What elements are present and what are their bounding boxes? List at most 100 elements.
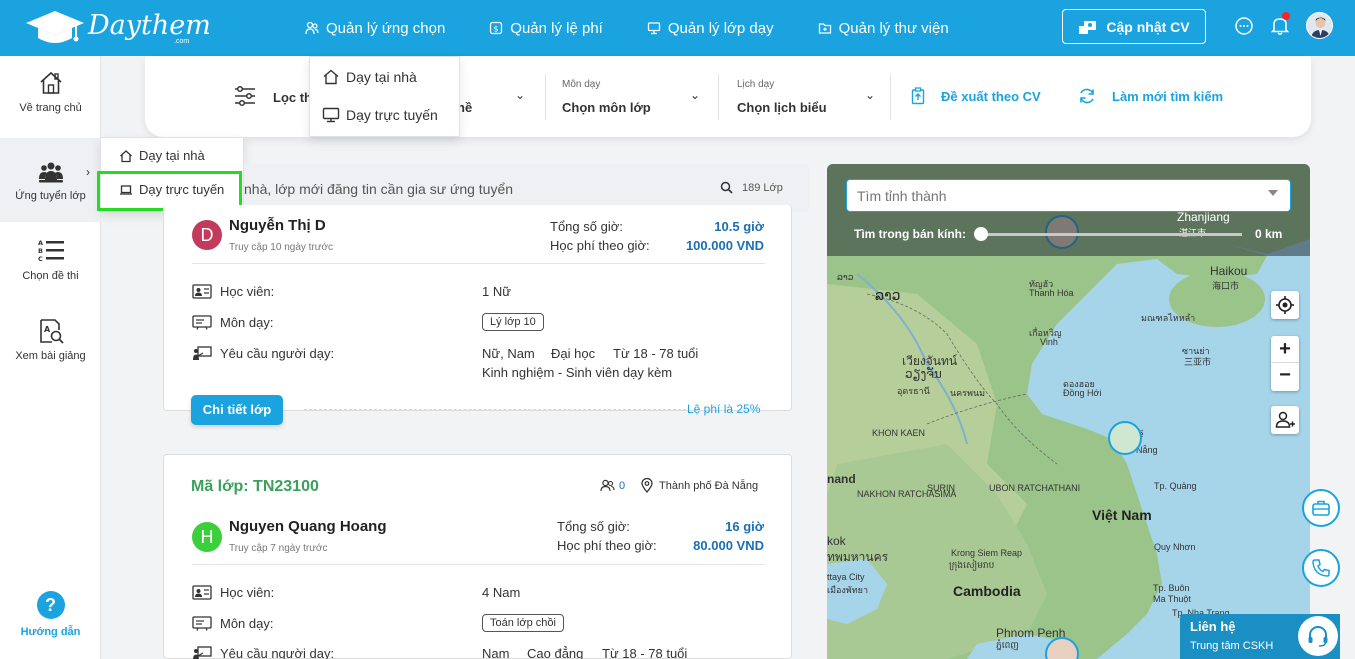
subject-select[interactable]: Chọn môn lớp [562, 100, 651, 115]
student-card-icon [192, 284, 212, 299]
map-label: ភ្នំពេញ [996, 640, 1019, 650]
nav-library[interactable]: Quản lý thư viện [818, 20, 949, 37]
phone-float-button[interactable] [1302, 549, 1340, 587]
map-label: 三亚市 [1184, 357, 1212, 367]
sidebar-item-home[interactable]: Về trang chủ [0, 70, 101, 130]
folder-icon [818, 23, 831, 34]
map-label: KHON KAEN [872, 428, 926, 438]
class-code[interactable]: Mã lớp: TN23100 [191, 478, 319, 496]
filter-label[interactable]: Lọc th [273, 90, 312, 105]
zoom-out-button[interactable]: − [1271, 363, 1299, 390]
chat-icon[interactable] [1234, 16, 1254, 36]
schedule-label: Lịch dạy [737, 79, 775, 90]
requirements-label: Yêu cầu người dạy: [220, 646, 335, 659]
subject-label: Môn dạy: [220, 315, 274, 330]
locate-me-button[interactable] [1271, 291, 1299, 319]
divider [890, 74, 891, 120]
refresh-search-button[interactable]: Làm mới tìm kiếm [1078, 87, 1223, 105]
briefcase-float-button[interactable] [1302, 489, 1340, 527]
radius-slider-track[interactable] [980, 233, 1242, 236]
sidebar-item-exams-label: Chọn đề thi [22, 270, 79, 282]
menu-item-online-teaching[interactable]: Dạy trực tuyến [322, 106, 438, 124]
fee-value: 100.000 VND [685, 238, 764, 253]
tutor-name[interactable]: Nguyễn Thị D [229, 217, 326, 234]
map-tutor-pin[interactable] [1108, 421, 1142, 455]
divider [192, 564, 765, 565]
map-label: UBON RATCHATHANI [989, 483, 1081, 493]
monitor-icon [322, 107, 340, 123]
map-panel[interactable]: Haikou 海口市 ລາວ ລາວ ทัญฮัว Thanh Hóa มณฑล… [827, 164, 1310, 659]
chevron-down-icon[interactable]: ⌄ [690, 88, 700, 102]
svg-text:A: A [44, 325, 51, 334]
teacher-icon [193, 346, 212, 360]
radius-slider-handle[interactable] [974, 227, 988, 241]
map-label: อุดรธานี [897, 386, 930, 396]
map-label: Vinh [1040, 337, 1058, 347]
money-icon: $ [490, 21, 503, 35]
province-search-input[interactable] [857, 188, 1257, 204]
last-access: Truy cập 7 ngày trước [229, 543, 328, 554]
map-label: นครพนม [950, 388, 986, 398]
nav-classes[interactable]: Quản lý lớp dạy [647, 20, 774, 37]
requirements-label: Yêu cầu người dạy: [220, 346, 335, 361]
map-label: มณฑลไหหลำ [1141, 313, 1196, 323]
chevron-down-icon[interactable]: ⌄ [865, 88, 875, 102]
help-link[interactable]: ? Hướng dẫn [0, 591, 101, 638]
sidebar-item-exams[interactable]: ABC Chọn đề thi [0, 238, 101, 298]
avatar-person-icon [1307, 13, 1332, 38]
subject-tag: Toán lớp chồi [482, 614, 564, 632]
users-icon [600, 479, 615, 492]
map-label: NAKHON RATCHASIMA [857, 489, 957, 499]
province-search[interactable] [846, 179, 1291, 212]
menu-item-home-teaching-label: Dạy tại nhà [346, 69, 417, 85]
update-cv-button[interactable]: Cập nhật CV [1062, 9, 1206, 44]
menu-item-online-teaching-label: Dạy trực tuyến [346, 107, 438, 123]
tutor-name[interactable]: Nguyen Quang Hoang [229, 518, 387, 535]
nav-fees[interactable]: $ Quản lý lệ phí [489, 20, 603, 37]
person-add-icon [1275, 411, 1295, 428]
question-icon: ? [36, 591, 65, 619]
menu-item-home-teaching[interactable]: Dạy tại nhà [322, 68, 417, 86]
sidebar-item-lectures-label: Xem bài giảng [15, 350, 86, 362]
sidebar-item-apply[interactable]: Ứng tuyển lớp [0, 138, 101, 222]
nav-fees-label: Quản lý lệ phí [510, 19, 603, 37]
last-access: Truy cập 10 ngày trước [229, 242, 334, 253]
map-label: Ma Thuột [1153, 594, 1191, 604]
req-level: Cao đẳng [527, 646, 584, 659]
contact-subtitle: Trung tâm CSKH [1190, 640, 1274, 652]
schedule-select[interactable]: Chọn lịch biểu [737, 100, 827, 115]
users-icon [305, 21, 319, 35]
req-gender: Nam [482, 646, 510, 659]
customer-care-widget[interactable]: Liên hệ Trung tâm CSKH [1180, 614, 1340, 659]
class-detail-button[interactable]: Chi tiết lớp [191, 395, 283, 425]
map-label: ລາວ [875, 287, 901, 303]
filter-sliders-icon[interactable] [233, 84, 257, 108]
students-label: Học viên: [220, 585, 275, 600]
headset-icon [1298, 616, 1338, 656]
add-person-button[interactable] [1271, 406, 1299, 434]
students-value: 4 Nam [482, 585, 521, 600]
nav-library-label: Quản lý thư viện [838, 19, 949, 37]
user-avatar[interactable] [1306, 12, 1333, 39]
suggest-by-cv-button[interactable]: Đề xuất theo CV [911, 87, 1041, 105]
zoom-control: + − [1271, 336, 1299, 391]
sidebar-item-lectures[interactable]: A Xem bài giảng [0, 318, 101, 378]
req-level: Đại học [551, 346, 596, 361]
map-label: Zhanjiang [1177, 210, 1230, 224]
map-label: เมืองพัทยา [827, 585, 869, 595]
avatar: H [192, 522, 222, 552]
search-count[interactable]: 189 Lớp [720, 181, 783, 194]
zoom-in-button[interactable]: + [1271, 336, 1299, 363]
logo[interactable]: Daythem .com [24, 8, 211, 48]
submenu-item-home-teaching[interactable]: Dạy tại nhà [119, 148, 205, 163]
hours-value: 10.5 giờ [714, 219, 764, 234]
map-label: Cambodia [953, 583, 1021, 599]
svg-text:A: A [38, 239, 43, 247]
students-label: Học viên: [220, 284, 275, 299]
chevron-down-icon[interactable]: ⌄ [515, 88, 525, 102]
nav-candidates[interactable]: Quản lý ứng chọn [305, 20, 445, 37]
fee-label: Học phí theo giờ: [550, 238, 650, 253]
caret-down-icon[interactable] [1268, 190, 1278, 196]
crosshair-icon [1276, 296, 1294, 314]
sidebar-item-apply-label: Ứng tuyển lớp [15, 190, 86, 202]
